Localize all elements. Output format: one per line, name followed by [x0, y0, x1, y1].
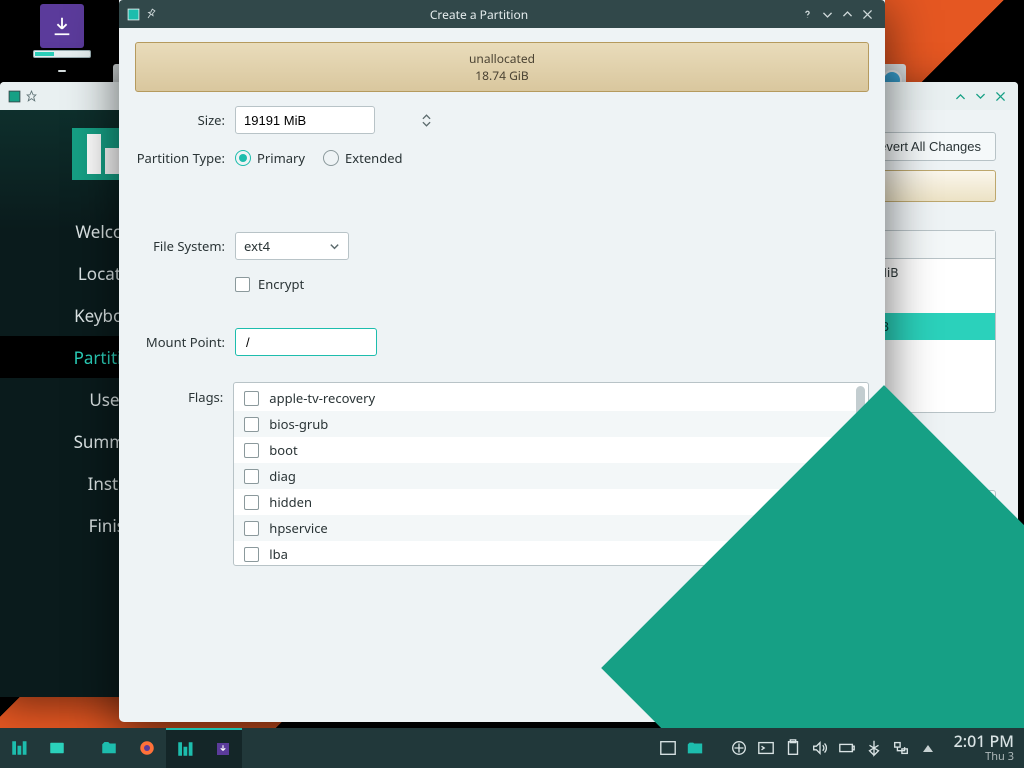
alloc-name: unallocated [469, 50, 535, 67]
label-partition-type: Partition Type: [135, 149, 235, 167]
tray-volume-icon[interactable] [808, 736, 832, 760]
taskbar-install-app[interactable] [204, 728, 242, 768]
tray-bluetooth-icon[interactable] [862, 736, 886, 760]
clock-date: Thu 3 [954, 751, 1014, 764]
tray-window-icon[interactable] [656, 736, 680, 760]
flag-item[interactable]: bios-grub [234, 411, 868, 437]
file-manager-icon[interactable] [90, 728, 128, 768]
flags-scrollbar[interactable] [856, 386, 865, 466]
alloc-size: 18.74 GiB [475, 67, 528, 84]
label-flags: Flags: [135, 382, 233, 406]
allocation-bar[interactable]: unallocated 18.74 GiB [135, 42, 869, 92]
close-icon[interactable] [857, 4, 877, 24]
taskview-icon[interactable] [38, 728, 76, 768]
maximize-icon[interactable] [970, 86, 990, 106]
edit-button[interactable]: Edit [866, 490, 918, 519]
installer-icon [40, 4, 84, 48]
tray-clipboard-icon[interactable] [781, 736, 805, 760]
create-partition-dialog: Create a Partition unallocated 18.74 GiB… [119, 0, 885, 722]
desktop-icon-install[interactable] [33, 4, 91, 76]
manjaro-icon [127, 8, 140, 21]
tray-network-icon[interactable] [889, 736, 913, 760]
installer-cancel-button[interactable]: Cancel [909, 646, 996, 675]
flags-list[interactable]: apple-tv-recovery bios-grub boot diag hi… [233, 382, 869, 566]
flag-item[interactable]: boot [234, 437, 868, 463]
close-icon[interactable] [990, 86, 1010, 106]
spinner-down-icon[interactable] [422, 121, 431, 127]
system-tray [656, 736, 944, 760]
spinner-up-icon[interactable] [422, 114, 431, 120]
clock[interactable]: 2:01 PM Thu 3 [944, 732, 1024, 763]
maximize-icon[interactable] [837, 4, 857, 24]
label-mount-point: Mount Point: [135, 333, 235, 351]
flag-item[interactable]: hpservice [234, 515, 868, 541]
minimize-icon[interactable] [950, 86, 970, 106]
delete-button[interactable]: Delete [928, 490, 996, 519]
size-spinner[interactable] [235, 106, 375, 134]
taskbar-installer[interactable] [166, 728, 204, 768]
tray-folder-icon[interactable] [683, 736, 707, 760]
progress-icon [33, 50, 91, 58]
start-button[interactable] [0, 728, 38, 768]
flag-item[interactable]: lba [234, 541, 868, 566]
radio-primary[interactable]: Primary [235, 149, 305, 167]
flag-item[interactable]: apple-tv-recovery [234, 385, 868, 411]
mount-point-combo[interactable] [235, 328, 377, 356]
cancel-button[interactable]: Cancel [782, 679, 869, 708]
flag-item[interactable]: diag [234, 463, 868, 489]
desktop-icon-label [58, 70, 66, 72]
pin-icon[interactable] [25, 90, 38, 103]
size-input[interactable] [242, 112, 422, 129]
tray-terminal-icon[interactable] [754, 736, 778, 760]
radio-extended[interactable]: Extended [323, 149, 403, 167]
minimize-icon[interactable] [817, 4, 837, 24]
firefox-icon[interactable] [128, 728, 166, 768]
ok-button[interactable]: OK [702, 679, 768, 708]
filesystem-select[interactable]: ext4 [235, 232, 349, 260]
next-button[interactable]: Next [840, 646, 897, 675]
taskbar[interactable]: 2:01 PM Thu 3 [0, 728, 1024, 768]
dialog-titlebar[interactable]: Create a Partition [119, 0, 885, 28]
manjaro-icon [8, 90, 21, 103]
flag-item[interactable]: hidden [234, 489, 868, 515]
encrypt-checkbox[interactable]: Encrypt [235, 275, 304, 293]
label-filesystem: File System: [135, 237, 235, 255]
label-size: Size: [135, 111, 235, 129]
tray-expand-icon[interactable] [916, 736, 940, 760]
tray-shield-icon[interactable] [727, 736, 751, 760]
tray-battery-icon[interactable] [835, 736, 859, 760]
pin-icon[interactable] [141, 5, 159, 23]
chevron-down-icon [329, 241, 340, 252]
help-icon[interactable] [797, 4, 817, 24]
dialog-title: Create a Partition [161, 6, 797, 23]
mount-point-input[interactable] [244, 334, 424, 351]
remove-volgroup-button[interactable]: Remove Volume Group [831, 530, 996, 559]
